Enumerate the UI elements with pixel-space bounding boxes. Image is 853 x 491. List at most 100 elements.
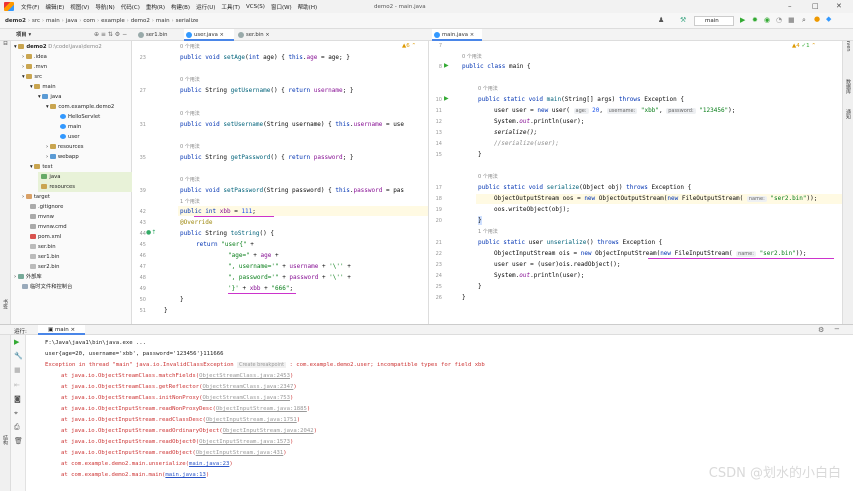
collapse-icon[interactable]: ⊕ ≡ ⇅ ⚙ − (94, 31, 127, 38)
run-config-select[interactable]: main (694, 16, 734, 26)
create-breakpoint-tip[interactable]: Create breakpoint (236, 362, 287, 368)
tree-item-java[interactable]: ▾ java (38, 92, 61, 102)
override-gutter-icon[interactable]: ●↑ (146, 229, 156, 236)
breadcrumb-method[interactable]: serialize (174, 18, 201, 24)
tree-root[interactable]: ▾ demo2 D:\code\java\demo2 (14, 42, 102, 52)
run-tab-main[interactable]: ▣ main × (38, 325, 86, 335)
ide-icon[interactable]: ◆ (826, 15, 831, 23)
menu-code[interactable]: 代码(C) (118, 3, 143, 11)
tree-item-target[interactable]: › target (22, 192, 50, 202)
close-icon[interactable]: ✕ (836, 2, 842, 10)
stack-frame-location-link[interactable]: ObjectInputStream.java:2042 (223, 428, 314, 434)
menu-edit[interactable]: 编辑(E) (42, 3, 67, 11)
debug-icon[interactable]: ✹ (752, 16, 758, 24)
coverage-icon[interactable]: ◉ (764, 16, 770, 24)
menu-navigate[interactable]: 导航(N) (92, 3, 117, 11)
trash-icon[interactable]: 🗑 (14, 437, 23, 445)
tree-item-user-class[interactable]: user (60, 132, 80, 142)
tree-item-ser2-bin[interactable]: ser2.bin (30, 262, 59, 272)
tree-item-main-class[interactable]: main (60, 122, 81, 132)
menu-file[interactable]: 文件(F) (18, 3, 42, 11)
stack-frame-location-link[interactable]: ObjectInputStream.java:1751 (206, 417, 297, 423)
stack-frame-location-link[interactable]: ObjectInputStream.java:431 (196, 450, 284, 456)
tree-item-helloservlet[interactable]: HelloServlet (60, 112, 100, 122)
breadcrumb-class[interactable]: main (154, 18, 172, 24)
stop-icon[interactable]: ■ (14, 366, 21, 374)
run-icon[interactable]: ▶ (740, 16, 745, 24)
stack-frame-location-link[interactable]: ObjectStreamClass.java:2347 (202, 384, 293, 390)
tab-ser1-bin[interactable]: ser1.bin (136, 29, 180, 41)
notifications-tool-label[interactable]: 通知 (845, 109, 852, 119)
rerun-icon[interactable]: ▶ (14, 338, 19, 346)
tree-item-resources[interactable]: › resources (46, 142, 83, 152)
search-icon[interactable]: ⌕ (802, 16, 806, 25)
breadcrumb-project[interactable]: demo2 (0, 18, 28, 24)
menu-help[interactable]: 帮助(H) (295, 3, 320, 11)
build-hammer-icon[interactable]: ⚒ (680, 16, 686, 24)
minimize-icon[interactable]: – (788, 2, 792, 10)
tab-ser-bin[interactable]: ser.bin × (236, 29, 278, 41)
stack-frame-location-link[interactable]: main.java:23 (189, 461, 229, 467)
stack-frame-location-link[interactable]: ObjectStreamClass.java:753 (202, 395, 290, 401)
warning-icon[interactable]: ▲4 ✓1 ⌃ (792, 43, 816, 49)
database-tool-label[interactable]: 数据库 (845, 79, 852, 94)
tab-user-java[interactable]: user.java × (184, 29, 234, 41)
editor-main-java[interactable]: ▲4 ✓1 ⌃ 7 0 个用法 8 ▶ public class main { … (430, 41, 842, 324)
breadcrumb-java[interactable]: java (64, 18, 80, 24)
tree-item-gitignore[interactable]: .gitignore (30, 202, 63, 212)
structure-tool-label[interactable]: 结构 (2, 435, 9, 445)
settings-gear-icon[interactable]: ⚙ (818, 326, 824, 334)
bookmarks-tool-label[interactable]: 书签 (2, 299, 9, 309)
maximize-icon[interactable]: □ (812, 2, 819, 10)
tab-main-java[interactable]: main.java × (432, 29, 482, 41)
warning-icon[interactable]: ▲6 ⌃ (402, 43, 416, 49)
breadcrumb-main[interactable]: main (44, 18, 62, 24)
menu-refactor[interactable]: 重构(R) (143, 3, 168, 11)
tree-item-ser1-bin[interactable]: ser1.bin (30, 252, 59, 262)
project-panel-header[interactable]: 项目 ▾ (12, 29, 72, 41)
tree-item-webapp[interactable]: › webapp (46, 152, 79, 162)
menu-window[interactable]: 窗口(W) (268, 3, 295, 11)
tree-item-mvnw[interactable]: mvnw (30, 212, 54, 222)
tree-item-mvnw-cmd[interactable]: mvnw.cmd (30, 222, 67, 232)
stack-frame-location-link[interactable]: ObjectInputStream.java:1573 (199, 439, 290, 445)
tree-item-test-java[interactable]: java (38, 172, 132, 182)
tree-item-scratches[interactable]: 临时文件和控制台 (22, 282, 72, 292)
tree-item-mvn[interactable]: › .mvn (22, 62, 47, 72)
menu-run[interactable]: 运行(U) (193, 3, 218, 11)
breadcrumb-com[interactable]: com (81, 18, 97, 24)
profile-icon[interactable]: ◔ (776, 16, 782, 24)
tree-item-external-libs[interactable]: › 外部库 (14, 272, 42, 282)
stack-frame-location-link[interactable]: ObjectInputStream.java:1885 (216, 406, 307, 412)
modify-run-icon[interactable]: 🔧 (14, 352, 23, 360)
stack-frame-location-link[interactable]: main.java:13 (165, 472, 205, 478)
tree-item-src[interactable]: ▾ src (22, 72, 42, 82)
menu-build[interactable]: 构建(B) (168, 3, 193, 11)
menu-tools[interactable]: 工具(T) (218, 3, 243, 11)
update-icon[interactable]: ● (814, 15, 820, 23)
pin-icon[interactable]: ⌖ (14, 409, 18, 418)
menu-vcs[interactable]: VCS(S) (243, 4, 268, 10)
line-number: 10 (435, 97, 442, 103)
tree-item-pom[interactable]: pom.xml (30, 232, 61, 242)
tree-item-main[interactable]: ▾ main (30, 82, 56, 92)
user-icon[interactable]: ♟ (658, 16, 664, 24)
tree-item-test-resources[interactable]: resources (38, 182, 132, 192)
tree-item-ser-bin[interactable]: ser.bin (30, 242, 56, 252)
breadcrumb-example[interactable]: example (99, 18, 127, 24)
hide-panel-icon[interactable]: − (834, 325, 840, 333)
tree-item-idea[interactable]: › .idea (22, 52, 47, 62)
tree-item-package[interactable]: ▾ com.example.demo2 (46, 102, 114, 112)
breadcrumb-src[interactable]: src (30, 18, 42, 24)
menu-view[interactable]: 视图(V) (67, 3, 92, 11)
stop-icon[interactable]: ■ (788, 16, 795, 24)
restore-layout-icon[interactable]: ⇤ (14, 381, 20, 389)
stack-frame-location-link[interactable]: ObjectStreamClass.java:2453 (199, 373, 290, 379)
run-main-gutter-icon[interactable]: ▶ (444, 95, 449, 102)
print-icon[interactable]: ⎙ (14, 423, 20, 432)
breadcrumb-demo2[interactable]: demo2 (129, 18, 152, 24)
editor-user-java[interactable]: ▲6 ⌃ 0 个用法 23 public void setAge(int age… (132, 41, 429, 324)
run-class-gutter-icon[interactable]: ▶ (444, 62, 449, 69)
camera-icon[interactable]: ◙ (14, 395, 21, 403)
tree-item-test[interactable]: ▾ test (30, 162, 53, 172)
